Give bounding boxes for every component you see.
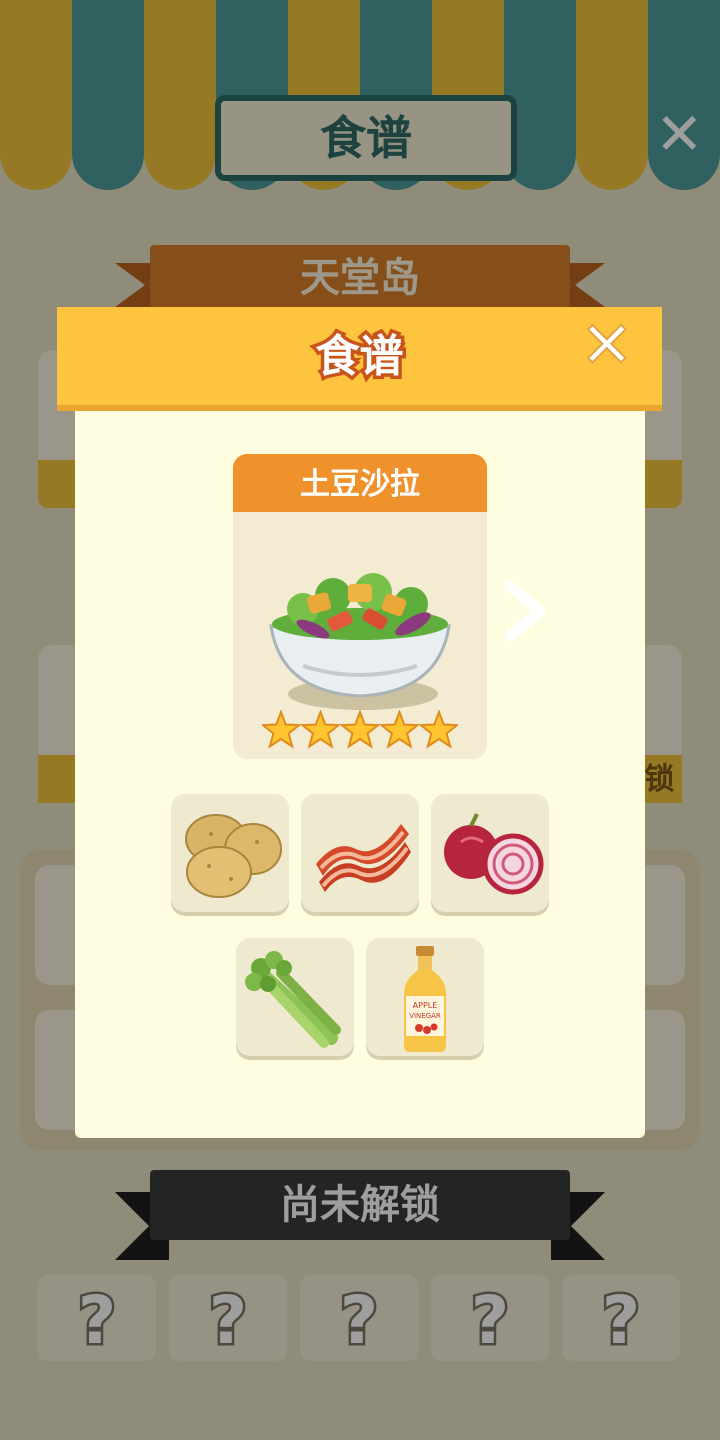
star-icon (378, 710, 421, 749)
rating-stars (262, 710, 458, 749)
bacon-icon (316, 824, 411, 892)
modal-header: 食谱 (57, 307, 662, 405)
recipe-name: 土豆沙拉 (233, 454, 487, 512)
potato-icon (185, 814, 282, 898)
salad-bowl-icon (269, 573, 451, 710)
ingredient-red-onion[interactable] (431, 794, 549, 912)
celery-icon (245, 951, 341, 1048)
red-onion-icon (444, 813, 544, 895)
ingredient-apple-vinegar[interactable]: APPLE VINEGAR (366, 938, 484, 1056)
modal-title: 食谱 (312, 328, 407, 386)
close-icon[interactable]: ✕ (579, 313, 635, 379)
ingredient-bacon[interactable] (301, 794, 419, 912)
star-icon (418, 710, 458, 749)
vinegar-label-line1: APPLE (413, 1001, 438, 1010)
star-icon (299, 710, 342, 749)
vinegar-bottle-icon: APPLE VINEGAR (404, 946, 446, 1052)
chevron-right-icon[interactable] (500, 580, 550, 642)
star-icon (262, 710, 302, 749)
ingredient-celery[interactable] (236, 938, 354, 1056)
vinegar-label-line2: VINEGAR (409, 1012, 441, 1020)
star-icon (339, 710, 381, 749)
ingredient-potato[interactable] (171, 794, 289, 912)
